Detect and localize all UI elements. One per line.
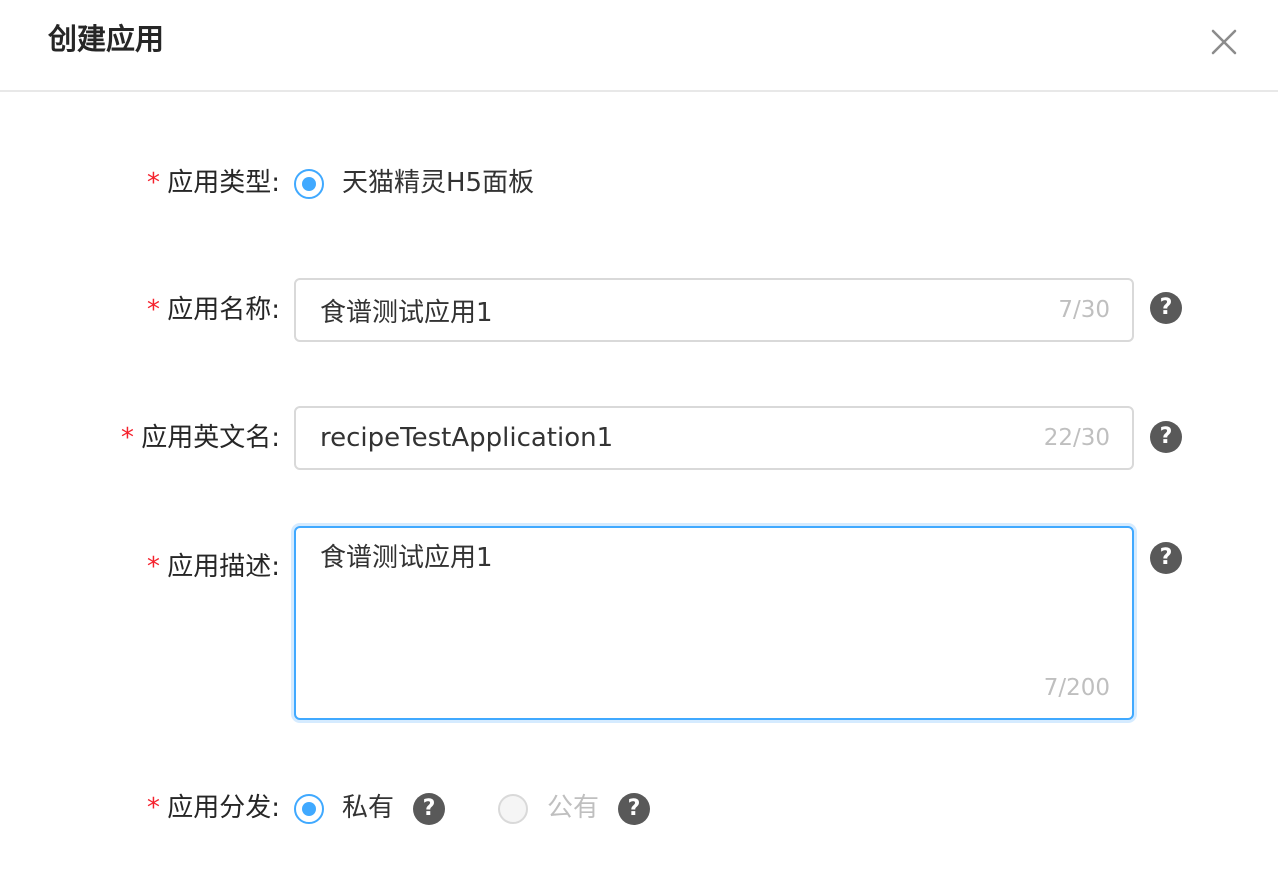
app-description-help-icon[interactable]: ? bbox=[1150, 542, 1182, 574]
app-english-name-label: * 应用英文名: bbox=[119, 423, 280, 453]
app-name-help-icon[interactable]: ? bbox=[1150, 292, 1182, 324]
distribution-radio-public[interactable] bbox=[498, 794, 528, 824]
required-mark: * bbox=[145, 295, 162, 325]
distribution-private-label: 私有 bbox=[342, 793, 395, 823]
app-name-field: 7/30 bbox=[294, 278, 1134, 342]
close-button[interactable] bbox=[1204, 22, 1244, 62]
dialog-header: 创建应用 bbox=[0, 0, 1278, 92]
app-type-option-label: 天猫精灵H5面板 bbox=[342, 168, 535, 198]
dialog-title: 创建应用 bbox=[48, 22, 165, 56]
app-name-input[interactable] bbox=[320, 292, 1020, 328]
distribution-public-label: 公有 bbox=[547, 793, 600, 823]
app-description-char-counter: 7/200 bbox=[1043, 675, 1110, 701]
distribution-private-help-icon[interactable]: ? bbox=[413, 793, 445, 825]
create-app-dialog: 创建应用 *应用类型: 天猫精灵H5面板 *应用名称: 7/30 ? *应用英文… bbox=[0, 0, 1278, 892]
app-distribution-label: * 应用分发: bbox=[145, 793, 280, 823]
required-mark: * bbox=[119, 423, 136, 453]
required-mark: * bbox=[145, 552, 162, 582]
required-mark: * bbox=[145, 793, 162, 823]
app-type-label: * 应用类型: bbox=[145, 168, 280, 198]
distribution-radio-private[interactable] bbox=[294, 794, 324, 824]
app-name-label: * 应用名称: bbox=[145, 295, 280, 325]
app-english-name-input[interactable] bbox=[320, 420, 1020, 456]
app-description-field: 7/200 bbox=[294, 526, 1134, 720]
app-name-char-counter: 7/30 bbox=[1058, 297, 1110, 323]
distribution-public-help-icon[interactable]: ? bbox=[618, 793, 650, 825]
app-description-textarea[interactable] bbox=[320, 540, 1100, 660]
app-type-radio-h5-panel[interactable] bbox=[294, 169, 324, 199]
app-english-name-field: 22/30 bbox=[294, 406, 1134, 470]
close-icon bbox=[1211, 29, 1237, 55]
app-description-label: * 应用描述: bbox=[145, 552, 280, 582]
app-english-name-help-icon[interactable]: ? bbox=[1150, 421, 1182, 453]
app-english-name-char-counter: 22/30 bbox=[1043, 425, 1110, 451]
required-mark: * bbox=[145, 168, 162, 198]
